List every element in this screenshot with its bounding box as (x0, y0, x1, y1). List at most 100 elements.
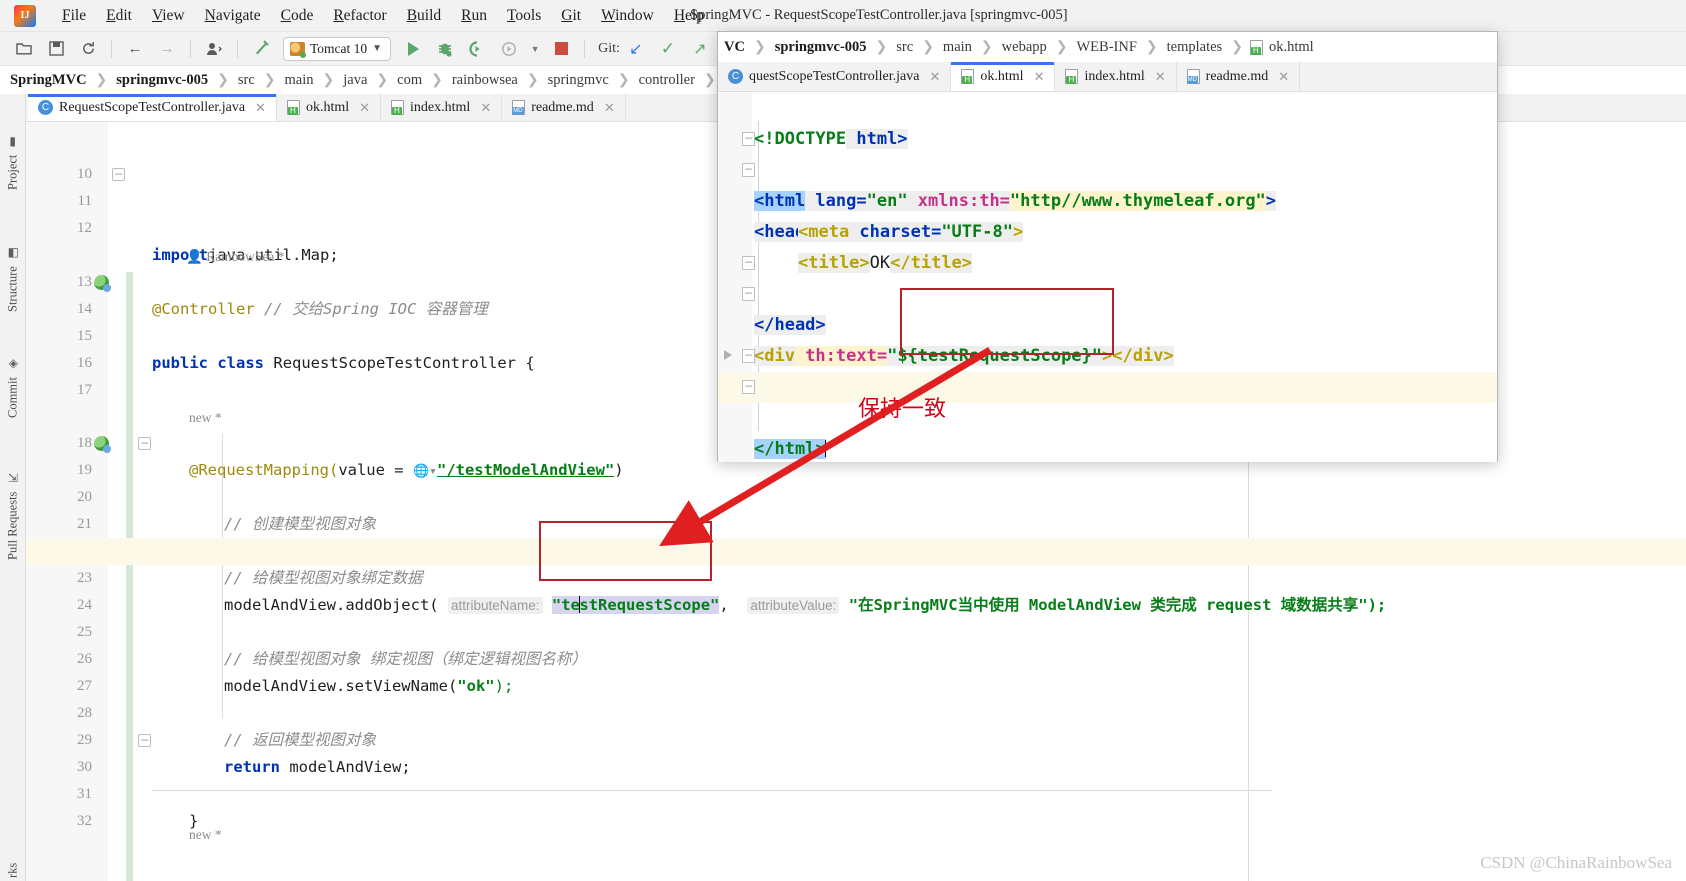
close-icon[interactable]: ✕ (1278, 69, 1289, 85)
close-icon[interactable]: ✕ (255, 100, 266, 116)
popup-breadcrumb-item-1[interactable]: springmvc-005 (773, 39, 869, 56)
tab-requestscopetestcontroller-java[interactable]: C RequestScopeTestController.java ✕ (28, 94, 277, 121)
code-line-27[interactable]: 27 (26, 646, 1686, 694)
fold-icon[interactable]: ─ (742, 132, 755, 146)
menu-view[interactable]: View (142, 5, 195, 27)
tab-index-html[interactable]: index.html ✕ (381, 94, 503, 121)
profiler-icon[interactable] (201, 37, 227, 61)
build-hammer-icon[interactable] (248, 37, 274, 61)
tab-readme-md[interactable]: readme.md ✕ (502, 94, 626, 121)
close-icon[interactable]: ✕ (480, 100, 491, 116)
menu-navigate[interactable]: Navigate (195, 5, 271, 27)
popup-tab-ok-html[interactable]: ok.html ✕ (951, 62, 1056, 91)
code-line-22[interactable]: 22 // 给模型视图对象绑定数据 (26, 511, 1686, 587)
popup-breadcrumb-item-6[interactable]: templates (1165, 39, 1225, 56)
fold-icon[interactable]: ─ (138, 437, 151, 450)
code-line-30[interactable]: 30 ─ } (26, 727, 1686, 830)
menu-edit[interactable]: Edit (96, 5, 142, 27)
run-gutter-icon[interactable] (724, 350, 732, 360)
popup-breadcrumb-item-7[interactable]: ok.html (1267, 39, 1316, 56)
open-folder-icon[interactable] (11, 37, 37, 61)
run-icon[interactable] (400, 37, 426, 61)
sidebar-item-commit[interactable]: Commit ◈ (0, 326, 26, 418)
menu-window[interactable]: Window (591, 5, 664, 27)
forward-arrow-icon[interactable]: → (154, 37, 180, 61)
code-line-23[interactable]: 23 modelAndView.addObject( attributeName… (26, 538, 1686, 614)
breadcrumb-item-1[interactable]: springmvc-005 (114, 72, 210, 89)
git-update-icon[interactable]: ↙ (623, 37, 649, 61)
fold-icon[interactable]: ─ (742, 256, 755, 270)
menu-code[interactable]: Code (271, 5, 324, 27)
fold-icon[interactable]: ─ (138, 734, 151, 747)
run-with-coverage-icon[interactable] (464, 37, 490, 61)
popup-code-line-4[interactable]: <meta charset="UTF-8"> (718, 186, 1497, 242)
popup-code-line-10[interactable]: ─ </html> (718, 372, 1497, 459)
close-icon[interactable]: ✕ (929, 69, 940, 85)
sidebar-item-bookmarks[interactable]: rks (0, 838, 26, 878)
code-line-21[interactable]: 21 ModelAndView modelAndView = new Model… (26, 484, 1686, 560)
popup-code-line-8[interactable]: <div th:text="${testRequestScope}"></div… (718, 310, 1497, 366)
popup-code-line-1[interactable]: <!DOCTYPE html> (718, 93, 1497, 149)
breadcrumb-item-7[interactable]: springmvc (546, 72, 611, 89)
git-commit-icon[interactable]: ✓ (655, 37, 681, 61)
popup-code-line-2[interactable]: ─ <html lang="en" xmlns:th="http//www.th… (718, 124, 1497, 211)
popup-tab-readme-md[interactable]: readme.md ✕ (1176, 62, 1301, 91)
breadcrumb-item-4[interactable]: java (341, 72, 369, 89)
code-line-28[interactable]: 28 // 返回模型视图对象 (26, 673, 1686, 749)
sidebar-item-structure[interactable]: Structure ◧ (0, 204, 26, 312)
usage-inlay-hint-bottom[interactable]: new * (26, 794, 1686, 842)
fold-icon[interactable]: ─ (742, 163, 755, 177)
menu-build[interactable]: Build (397, 5, 451, 27)
sidebar-item-pull-requests[interactable]: Pull Requests ⇲ (0, 432, 26, 560)
code-line-29[interactable]: 29 return modelAndView; (26, 700, 1686, 776)
back-arrow-icon[interactable]: ← (122, 37, 148, 61)
fold-icon[interactable]: ─ (742, 349, 755, 363)
menu-run[interactable]: Run (451, 5, 497, 27)
code-line-26[interactable]: 26 modelAndView.setViewName("ok"); (26, 619, 1686, 695)
code-line-31[interactable]: 31 (26, 754, 1686, 802)
popup-code-line-7[interactable]: ─ <body> (718, 279, 1497, 366)
vcs-gutter-icon[interactable] (94, 275, 111, 292)
popup-breadcrumb-item-4[interactable]: webapp (1000, 39, 1049, 56)
fold-icon[interactable]: ─ (112, 168, 125, 181)
popup-code-area[interactable]: <!DOCTYPE html> ─ <html lang="en" xmlns:… (718, 93, 1497, 462)
breadcrumb-item-5[interactable]: com (395, 72, 424, 89)
menu-refactor[interactable]: Refactor (323, 5, 396, 27)
popup-code-line-5[interactable]: <title>OK</title> (718, 217, 1497, 273)
menu-file[interactable]: File (52, 5, 96, 27)
tab-ok-html[interactable]: ok.html ✕ (276, 94, 382, 121)
close-icon[interactable]: ✕ (1034, 69, 1045, 85)
popup-code-line-3[interactable]: ─ <head> (718, 155, 1497, 242)
popup-breadcrumb-item-3[interactable]: main (941, 39, 974, 56)
code-line-25[interactable]: 25 // 给模型视图对象 绑定视图（绑定逻辑视图名称） (26, 592, 1686, 668)
breadcrumb-item-0[interactable]: SpringMVC (8, 72, 89, 89)
profile-icon[interactable] (496, 37, 522, 61)
close-icon[interactable]: ✕ (604, 100, 615, 116)
fold-icon[interactable]: ─ (742, 380, 755, 394)
run-configuration-selector[interactable]: Tomcat 10 ▼ (283, 36, 392, 61)
popup-breadcrumb-item-2[interactable]: src (894, 39, 915, 56)
breadcrumb-item-2[interactable]: src (236, 72, 257, 89)
vcs-gutter-icon[interactable] (94, 436, 111, 453)
menu-git[interactable]: Git (551, 5, 591, 27)
breadcrumb-item-6[interactable]: rainbowsea (450, 72, 520, 89)
popup-tab-java[interactable]: C questScopeTestController.java ✕ (718, 62, 952, 91)
close-icon[interactable]: ✕ (359, 100, 370, 116)
popup-breadcrumb-item-0[interactable]: VC (722, 39, 747, 56)
popup-code-line-9[interactable]: ─ </body> (718, 341, 1497, 459)
git-push-icon[interactable]: ↗ (687, 37, 713, 61)
popup-tab-index-html[interactable]: index.html ✕ (1055, 62, 1177, 91)
breadcrumb-item-3[interactable]: main (283, 72, 316, 89)
fold-icon[interactable]: ─ (742, 287, 755, 301)
debug-icon[interactable] (432, 37, 458, 61)
close-icon[interactable]: ✕ (1155, 69, 1166, 85)
floating-editor-popup[interactable]: VC ❯ springmvc-005 ❯ src ❯ main ❯ webapp… (717, 31, 1498, 462)
save-icon[interactable] (43, 37, 69, 61)
popup-code-line-6[interactable]: ─ </head> (718, 248, 1497, 335)
breadcrumb-item-8[interactable]: controller (637, 72, 697, 89)
refresh-icon[interactable] (75, 37, 101, 61)
code-line-24[interactable]: 24 (26, 565, 1686, 613)
popup-breadcrumb-item-5[interactable]: WEB-INF (1074, 39, 1138, 56)
menu-tools[interactable]: Tools (497, 5, 551, 27)
sidebar-item-project[interactable]: Project ▮ (0, 102, 26, 190)
